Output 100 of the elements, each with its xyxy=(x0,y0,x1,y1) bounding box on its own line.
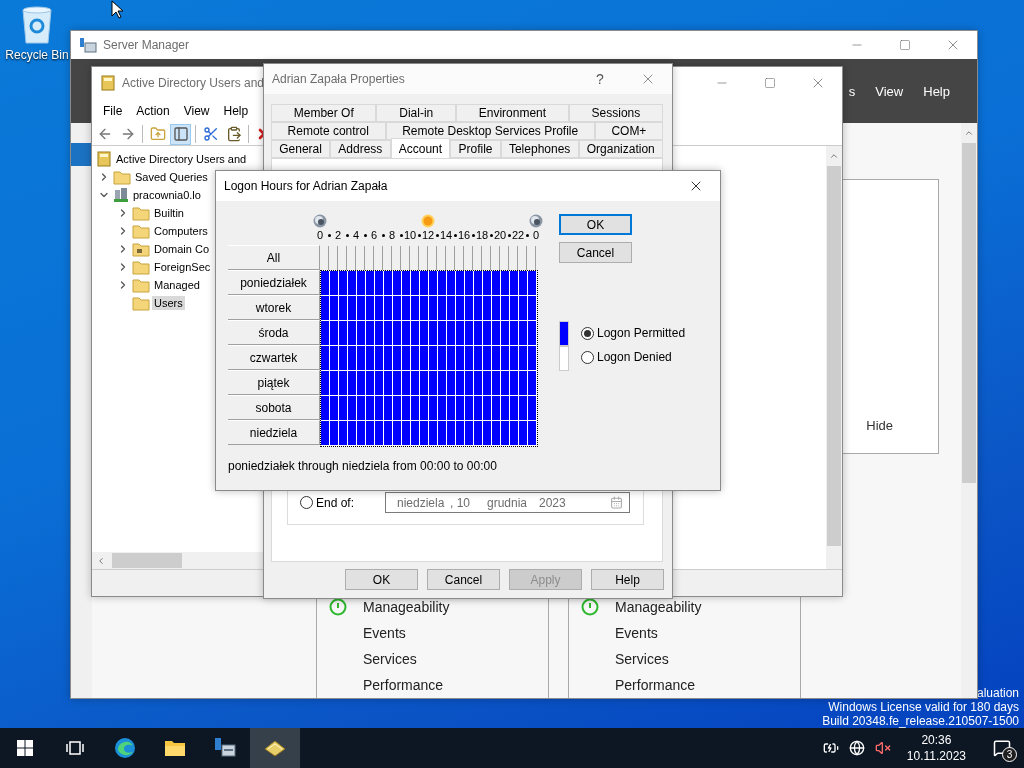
tree-item[interactable]: Active Directory Users and xyxy=(114,152,249,166)
hour-cell[interactable] xyxy=(348,346,357,371)
hour-cell[interactable] xyxy=(402,421,411,446)
hour-cell[interactable] xyxy=(348,371,357,396)
hour-cell[interactable] xyxy=(465,321,474,346)
hour-cell[interactable] xyxy=(528,396,537,421)
recycle-bin-icon[interactable] xyxy=(20,6,54,44)
hour-cell[interactable] xyxy=(402,321,411,346)
hour-cell[interactable] xyxy=(501,296,510,321)
hour-cell[interactable] xyxy=(384,321,393,346)
hour-cell[interactable] xyxy=(357,346,366,371)
hour-cell[interactable] xyxy=(510,421,519,446)
hour-cell[interactable] xyxy=(465,346,474,371)
hour-cell[interactable] xyxy=(375,371,384,396)
hour-cell[interactable] xyxy=(357,271,366,296)
tree-item[interactable]: Builtin xyxy=(152,206,186,220)
hour-cell[interactable] xyxy=(492,321,501,346)
hour-cell[interactable] xyxy=(474,321,483,346)
hour-cell[interactable] xyxy=(465,296,474,321)
scroll-left-icon[interactable] xyxy=(96,555,106,566)
hour-cell[interactable] xyxy=(321,271,330,296)
hour-cell[interactable] xyxy=(429,346,438,371)
hour-cell[interactable] xyxy=(348,321,357,346)
hour-cell[interactable] xyxy=(429,371,438,396)
hour-cell[interactable] xyxy=(519,296,528,321)
day-button[interactable]: poniedziałek xyxy=(228,270,320,295)
hour-cell[interactable] xyxy=(456,296,465,321)
menu-item[interactable]: Help xyxy=(216,104,256,118)
hour-cell[interactable] xyxy=(402,271,411,296)
hour-cell[interactable] xyxy=(528,321,537,346)
hour-cell[interactable] xyxy=(402,346,411,371)
hour-cell[interactable] xyxy=(348,271,357,296)
hour-cell[interactable] xyxy=(348,396,357,421)
tab[interactable]: Member Of xyxy=(271,104,377,122)
hour-cell[interactable] xyxy=(357,371,366,396)
hour-cell[interactable] xyxy=(393,421,402,446)
hour-cell[interactable] xyxy=(456,346,465,371)
hour-cell[interactable] xyxy=(357,321,366,346)
hour-cell[interactable] xyxy=(447,421,456,446)
hour-cell[interactable] xyxy=(510,296,519,321)
hour-cell[interactable] xyxy=(528,371,537,396)
hour-cell[interactable] xyxy=(528,271,537,296)
hour-cell[interactable] xyxy=(483,271,492,296)
hour-cell[interactable] xyxy=(483,421,492,446)
tile-item[interactable]: Services xyxy=(363,651,417,667)
hour-cell[interactable] xyxy=(510,271,519,296)
dialog-button[interactable]: Cancel xyxy=(427,569,500,590)
tile-item[interactable]: Performance xyxy=(615,677,696,693)
hour-cell[interactable] xyxy=(339,346,348,371)
tile-item[interactable]: Manageability xyxy=(363,599,450,615)
hour-cell[interactable] xyxy=(465,421,474,446)
hour-cell[interactable] xyxy=(456,321,465,346)
hour-cell[interactable] xyxy=(456,271,465,296)
hour-cell[interactable] xyxy=(510,346,519,371)
tab[interactable]: Organization xyxy=(578,140,663,158)
hour-cell[interactable] xyxy=(429,296,438,321)
legend-radio[interactable]: Logon Permitted xyxy=(581,326,686,340)
hour-cell[interactable] xyxy=(411,346,420,371)
menu-item[interactable]: View xyxy=(176,104,217,118)
hour-cell[interactable] xyxy=(420,371,429,396)
hour-cell[interactable] xyxy=(465,396,474,421)
hour-cell[interactable] xyxy=(375,346,384,371)
tab[interactable]: Address xyxy=(330,140,391,158)
hour-cell[interactable] xyxy=(492,396,501,421)
hour-cell[interactable] xyxy=(492,271,501,296)
hour-cell[interactable] xyxy=(411,371,420,396)
hour-cell[interactable] xyxy=(474,296,483,321)
hour-cell[interactable] xyxy=(357,396,366,421)
hide-link[interactable]: Hide xyxy=(866,418,893,433)
legend-radio[interactable]: Logon Denied xyxy=(581,350,686,364)
hour-cell[interactable] xyxy=(501,371,510,396)
hour-cell[interactable] xyxy=(384,346,393,371)
hour-cell[interactable] xyxy=(483,296,492,321)
hour-cell[interactable] xyxy=(528,346,537,371)
tile-item[interactable]: Events xyxy=(363,625,406,641)
hour-cell[interactable] xyxy=(393,396,402,421)
hour-cell[interactable] xyxy=(420,321,429,346)
hour-cell[interactable] xyxy=(357,421,366,446)
day-button[interactable]: piątek xyxy=(228,370,320,395)
menu-item[interactable]: View xyxy=(875,83,904,99)
hour-cell[interactable] xyxy=(429,321,438,346)
tree-item[interactable]: pracownia0.lo xyxy=(131,188,203,202)
hour-cell[interactable] xyxy=(321,421,330,446)
hour-cell[interactable] xyxy=(321,346,330,371)
hour-cell[interactable] xyxy=(366,371,375,396)
tab[interactable]: Account xyxy=(390,138,451,158)
toolbar-button[interactable] xyxy=(170,123,191,145)
hour-cell[interactable] xyxy=(474,371,483,396)
hour-cell[interactable] xyxy=(330,396,339,421)
day-button[interactable]: czwartek xyxy=(228,345,320,370)
hour-cell[interactable] xyxy=(519,371,528,396)
hour-cell[interactable] xyxy=(510,321,519,346)
tab[interactable]: General xyxy=(271,140,331,158)
hour-cell[interactable] xyxy=(402,396,411,421)
scrollbar[interactable] xyxy=(826,146,842,569)
hour-cell[interactable] xyxy=(366,396,375,421)
hour-cell[interactable] xyxy=(519,271,528,296)
hour-cell[interactable] xyxy=(456,421,465,446)
hour-cell[interactable] xyxy=(519,346,528,371)
hour-cell[interactable] xyxy=(366,321,375,346)
